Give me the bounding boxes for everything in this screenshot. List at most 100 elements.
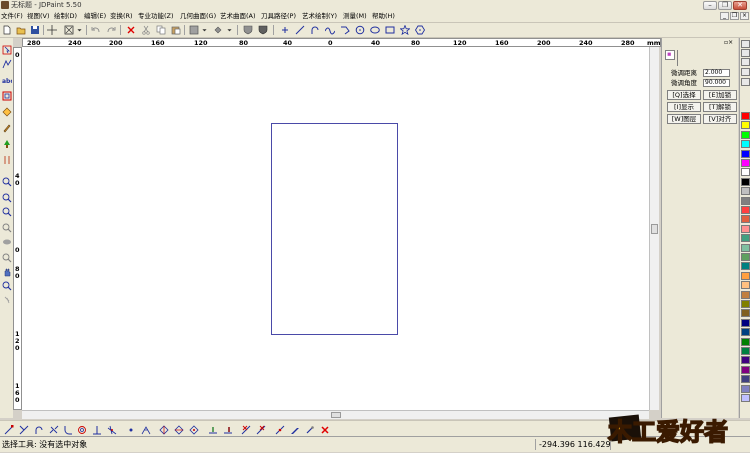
menu-measure[interactable]: 测量(M) [343, 11, 367, 22]
paste-icon[interactable] [170, 24, 182, 36]
line-icon[interactable] [294, 24, 306, 36]
dropdown-icon[interactable] [76, 24, 83, 36]
color-swatch[interactable] [741, 347, 750, 355]
menu-art-surface[interactable]: 艺术曲面(A) [220, 11, 256, 22]
transform-icon[interactable] [1, 106, 12, 117]
ruler-tool-icon[interactable] [207, 424, 219, 435]
offset-icon[interactable] [76, 424, 88, 435]
menu-file[interactable]: 文件(F) [1, 11, 23, 22]
point-node-icon[interactable] [125, 424, 137, 435]
horizontal-scrollbar[interactable] [22, 410, 649, 419]
color-swatch[interactable] [741, 112, 750, 120]
knife-icon[interactable] [289, 424, 301, 435]
tangent-icon[interactable] [106, 424, 118, 435]
rectangle-icon[interactable] [384, 24, 396, 36]
palette-cross-icon[interactable] [741, 49, 750, 57]
cancel-icon[interactable] [319, 424, 331, 435]
panel-close-icon[interactable]: ▫× [724, 40, 737, 46]
color-swatch[interactable] [741, 394, 750, 402]
shield-icon[interactable] [242, 24, 254, 36]
color-swatch[interactable] [741, 196, 750, 205]
corner-icon[interactable] [140, 424, 152, 435]
crosshair-icon[interactable] [46, 24, 58, 36]
menu-edit[interactable]: 编辑(E) [84, 11, 106, 22]
edit-node-icon[interactable] [3, 424, 15, 435]
color-swatch[interactable] [741, 309, 750, 318]
color-swatch[interactable] [741, 159, 750, 167]
star-icon[interactable] [399, 24, 411, 36]
color-swatch[interactable] [741, 140, 750, 149]
tree-icon[interactable] [1, 138, 12, 149]
zoom-out-icon[interactable] [1, 206, 12, 217]
color-swatch[interactable] [741, 384, 750, 393]
extend-icon[interactable] [33, 424, 45, 435]
align-icon[interactable] [188, 424, 200, 435]
menu-pro[interactable]: 专业功能(Z) [138, 11, 174, 22]
new-file-icon[interactable] [1, 24, 13, 36]
trim-icon[interactable] [18, 424, 30, 435]
color-swatch[interactable] [741, 290, 750, 299]
color-swatch[interactable] [741, 243, 750, 252]
zoom-all-icon[interactable] [1, 222, 12, 233]
undo-icon[interactable] [90, 24, 102, 36]
redo-icon[interactable] [105, 24, 117, 36]
perpendicular-icon[interactable] [91, 424, 103, 435]
color-fill-icon[interactable] [212, 24, 224, 36]
nudge-angle-input[interactable]: 90.000 [703, 79, 730, 87]
menu-view[interactable]: 视图(V) [27, 11, 50, 22]
dropdown-icon[interactable] [201, 24, 208, 36]
fillet-icon[interactable] [62, 424, 74, 435]
copy-icon[interactable] [155, 24, 167, 36]
pan-hand-icon[interactable] [1, 266, 12, 277]
polygon-icon[interactable] [414, 24, 426, 36]
color-swatch[interactable] [741, 206, 750, 214]
panel-tab[interactable] [665, 50, 675, 60]
palette-header-icon[interactable] [741, 40, 750, 48]
break-icon[interactable] [48, 424, 60, 435]
color-swatch[interactable] [741, 262, 750, 271]
select-tool-icon[interactable] [1, 44, 12, 55]
menu-toolpath[interactable]: 刀具路径(P) [261, 11, 296, 22]
delete-icon[interactable] [125, 24, 137, 36]
mirror-icon[interactable] [158, 424, 170, 435]
lock-button[interactable]: [E]加锁 [703, 90, 737, 100]
zoom-in-icon[interactable] [1, 176, 12, 187]
dropdown-icon[interactable] [226, 24, 233, 36]
select-button[interactable]: [Q]选择 [667, 90, 701, 100]
unlock-button[interactable]: [T]解锁 [703, 102, 737, 112]
menu-geometry-surface[interactable]: 几何曲面(G) [180, 11, 216, 22]
frame-icon[interactable] [1, 90, 12, 101]
color-swatch[interactable] [741, 337, 750, 346]
cut-icon[interactable] [140, 24, 152, 36]
layer-button[interactable]: [W]图层 [667, 114, 701, 124]
menu-draw[interactable]: 绘制(D) [54, 11, 77, 22]
measure-tool-icon[interactable] [1, 154, 12, 165]
select-box-icon[interactable] [63, 24, 75, 36]
maximize-button[interactable]: ❐ [718, 1, 732, 10]
vertical-scrollbar[interactable] [649, 47, 659, 410]
spline-icon[interactable] [324, 24, 336, 36]
color-swatch[interactable] [741, 328, 750, 337]
menu-art-draw[interactable]: 艺术绘制(Y) [302, 11, 337, 22]
menu-transform[interactable]: 变换(R) [110, 11, 133, 22]
measure-icon[interactable] [222, 424, 234, 435]
color-swatch[interactable] [741, 130, 750, 139]
color-swatch[interactable] [741, 234, 750, 243]
minimize-button[interactable]: – [703, 1, 717, 10]
erase-node-icon[interactable] [240, 424, 252, 435]
show-button[interactable]: [I]显示 [667, 102, 701, 112]
color-swatch[interactable] [741, 253, 750, 261]
brush-icon[interactable] [304, 424, 316, 435]
circle-icon[interactable] [354, 24, 366, 36]
arc-icon[interactable] [309, 24, 321, 36]
cut-node-icon[interactable] [255, 424, 267, 435]
color-swatch[interactable] [741, 271, 750, 280]
mdi-close-button[interactable]: × [740, 12, 749, 20]
align-button[interactable]: [V]对齐 [703, 114, 737, 124]
color-swatch[interactable] [741, 375, 750, 384]
color-swatch[interactable] [741, 121, 750, 130]
color-swatch[interactable] [741, 187, 750, 196]
zoom-real-icon[interactable] [1, 280, 12, 291]
color-swatch[interactable] [741, 300, 750, 308]
redraw-icon[interactable] [1, 294, 12, 305]
